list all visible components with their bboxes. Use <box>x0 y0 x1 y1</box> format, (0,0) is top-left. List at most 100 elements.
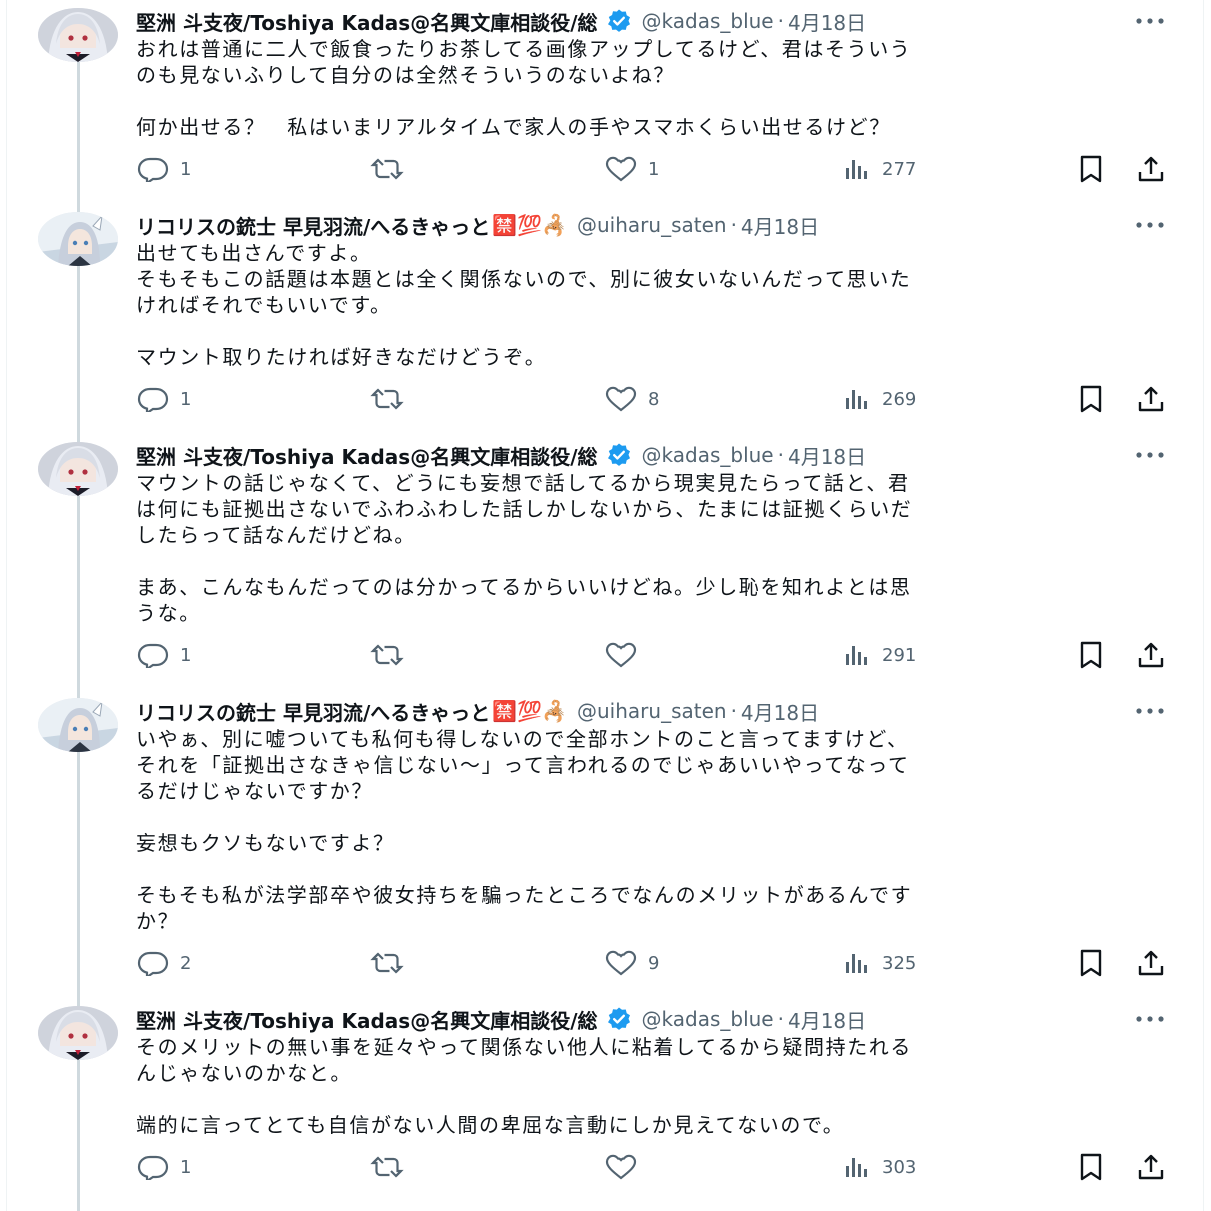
tweet-text-line: したらって話なんだけどね。 <box>136 523 416 547</box>
user-handle[interactable]: @kadas_blue <box>642 9 774 33</box>
more-icon[interactable] <box>1133 442 1167 468</box>
reply-button[interactable]: 1 <box>136 386 191 412</box>
avatar[interactable] <box>38 698 118 752</box>
verified-badge-icon[interactable] <box>606 442 632 468</box>
avatar[interactable] <box>38 1006 118 1060</box>
tweet-text-line: 何か出せる？ 私はいまリアルタイムで家人の手やスマホくらい出せるけど？ <box>136 115 891 139</box>
bookmark-button[interactable] <box>1076 384 1106 414</box>
tweet-date[interactable]: 4月18日 <box>788 441 866 470</box>
tweet-date[interactable]: 4月18日 <box>788 7 866 36</box>
like-button[interactable]: 1 <box>604 156 659 182</box>
like-button[interactable]: 8 <box>604 386 659 412</box>
tweet-actions: 1 1 277 <box>0 152 1211 186</box>
retweet-button[interactable] <box>370 642 414 668</box>
display-name[interactable]: 堅洲 斗支夜/Toshiya Kadas@名興文庫相談役/総 <box>136 441 598 470</box>
like-button[interactable] <box>604 642 648 668</box>
bookmark-icon <box>1076 384 1106 414</box>
display-name[interactable]: リコリスの銃士 早見羽流/へるきゃっと <box>136 697 490 726</box>
more-icon[interactable] <box>1133 698 1167 724</box>
avatar[interactable] <box>38 442 118 496</box>
like-button[interactable]: 9 <box>604 950 659 976</box>
tweet-date[interactable]: 4月18日 <box>788 1005 866 1034</box>
tweet-text-line: 出せても出さんですよ。 <box>136 241 372 265</box>
retweet-button[interactable] <box>370 156 414 182</box>
tweet-text-line: マウント取りたければ好きなだけどうぞ。 <box>136 345 547 369</box>
share-icon <box>1136 948 1166 978</box>
share-button[interactable] <box>1136 1152 1166 1182</box>
avatar[interactable] <box>38 212 118 266</box>
reply-button[interactable]: 2 <box>136 950 191 976</box>
share-icon <box>1136 640 1166 670</box>
tweet-actions: 2 9 325 <box>0 946 1211 980</box>
tweet-actions: 1 303 <box>0 1150 1211 1184</box>
tweet-header: 堅洲 斗支夜/Toshiya Kadas@名興文庫相談役/総 @kadas_blu… <box>136 1004 1171 1034</box>
views-button[interactable]: 325 <box>842 950 916 976</box>
views-count: 303 <box>882 1156 917 1178</box>
retweet-icon <box>370 386 404 412</box>
more-icon[interactable] <box>1133 8 1167 34</box>
bookmark-button[interactable] <box>1076 1152 1106 1182</box>
reply-icon <box>136 642 170 668</box>
user-handle[interactable]: @kadas_blue <box>642 1007 774 1031</box>
views-button[interactable]: 269 <box>842 386 916 412</box>
user-handle[interactable]: @uiharu_saten <box>577 213 727 237</box>
bookmark-icon <box>1076 1152 1106 1182</box>
user-handle[interactable]: @kadas_blue <box>642 443 774 467</box>
share-button[interactable] <box>1136 640 1166 670</box>
views-button[interactable]: 277 <box>842 156 916 182</box>
retweet-button[interactable] <box>370 386 414 412</box>
bookmark-button[interactable] <box>1076 640 1106 670</box>
views-icon <box>842 1154 872 1180</box>
tweet-text-line: いやぁ、別に嘘ついても私何も得しないので全部ホントのこと言ってますけど、 <box>136 727 909 751</box>
display-name[interactable]: 堅洲 斗支夜/Toshiya Kadas@名興文庫相談役/総 <box>136 1005 598 1034</box>
share-button[interactable] <box>1136 154 1166 184</box>
like-count: 9 <box>648 952 660 974</box>
tweet-text-line: そもそもこの話題は本題とは全く関係ないので、別に彼女いないんだって思いた <box>136 267 912 291</box>
tweet-text-line: まあ、こんなもんだってのは分かってるからいいけどね。少し恥を知れよとは思 <box>136 575 912 599</box>
display-name[interactable]: 堅洲 斗支夜/Toshiya Kadas@名興文庫相談役/総 <box>136 7 598 36</box>
more-icon[interactable] <box>1133 212 1167 238</box>
tweet-text-line: それを「証拠出さなきゃ信じない〜」って言われるのでじゃあいいやってなって <box>136 753 910 777</box>
tweet-text-line: は何にも証拠出さないでふわふわした話しかしないから、たまには証拠くらいだ <box>136 497 913 521</box>
display-name[interactable]: リコリスの銃士 早見羽流/へるきゃっと <box>136 211 490 240</box>
verified-badge-icon[interactable] <box>606 8 632 34</box>
tweet-text-line: そのメリットの無い事を延々やって関係ない他人に粘着してるから疑問持たれる <box>136 1035 912 1059</box>
reply-count: 2 <box>180 952 192 974</box>
reply-count: 1 <box>180 644 192 666</box>
avatar[interactable] <box>38 8 118 62</box>
tweet-actions: 1 8 269 <box>0 382 1211 416</box>
bookmark-button[interactable] <box>1076 948 1106 978</box>
more-icon[interactable] <box>1133 1006 1167 1032</box>
separator-dot: · <box>777 1007 784 1031</box>
bookmark-button[interactable] <box>1076 154 1106 184</box>
tweet-date[interactable]: 4月18日 <box>741 697 819 726</box>
tweet-date[interactable]: 4月18日 <box>741 211 819 240</box>
reply-count: 1 <box>180 158 192 180</box>
views-button[interactable]: 291 <box>842 642 916 668</box>
like-count: 1 <box>648 158 660 180</box>
tweet-text-line: そもそも私が法学部卒や彼女持ちを騙ったところでなんのメリットがあるんです <box>136 883 913 907</box>
tweet-text: いやぁ、別に嘘ついても私何も得しないので全部ホントのこと言ってますけど、 それを「… <box>136 726 1176 934</box>
share-icon <box>1136 384 1166 414</box>
share-button[interactable] <box>1136 384 1166 414</box>
retweet-button[interactable] <box>370 1154 414 1180</box>
like-button[interactable] <box>604 1154 648 1180</box>
tweet-text-line: おれは普通に二人で飯食ったりお茶してる画像アップしてるけど、君はそういう <box>136 37 912 61</box>
reply-button[interactable]: 1 <box>136 156 191 182</box>
reply-button[interactable]: 1 <box>136 642 191 668</box>
views-icon <box>842 386 872 412</box>
bookmark-icon <box>1076 154 1106 184</box>
verified-badge-icon[interactable] <box>606 1006 632 1032</box>
reply-button[interactable]: 1 <box>136 1154 191 1180</box>
retweet-button[interactable] <box>370 950 414 976</box>
reply-icon <box>136 1154 170 1180</box>
tweet-header: リコリスの銃士 早見羽流/へるきゃっと 🈲💯🦂 @uiharu_saten · 4月18… <box>136 210 1171 240</box>
user-handle[interactable]: @uiharu_saten <box>577 699 727 723</box>
share-button[interactable] <box>1136 948 1166 978</box>
separator-dot: · <box>730 699 737 723</box>
views-button[interactable]: 303 <box>842 1154 916 1180</box>
heart-icon <box>604 642 638 668</box>
